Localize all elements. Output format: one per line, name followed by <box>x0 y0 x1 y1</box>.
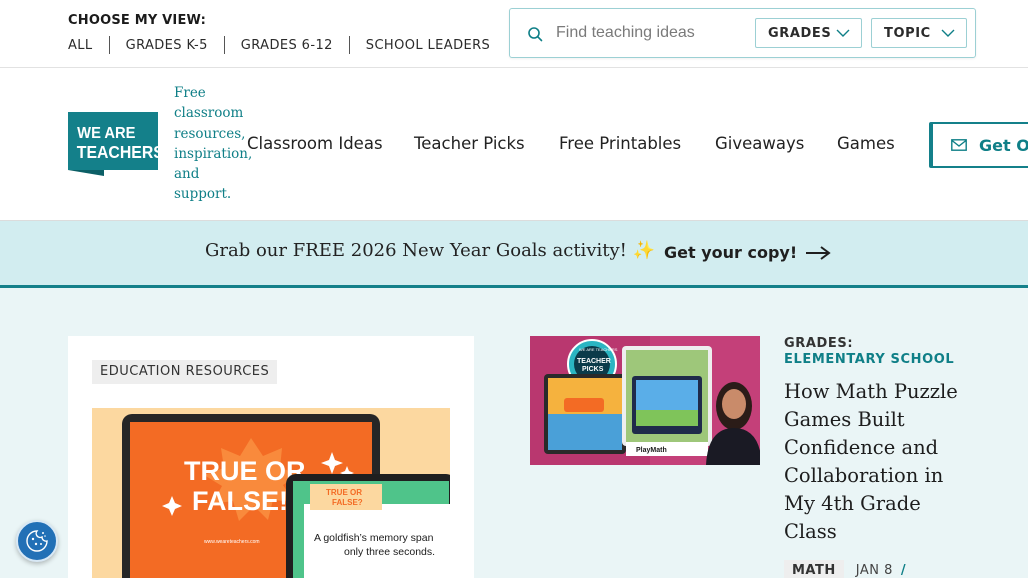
utility-bar: CHOOSE MY VIEW: ALL GRADES K-5 GRADES 6-… <box>0 0 1028 68</box>
view-switcher: ALL GRADES K-5 GRADES 6-12 SCHOOL LEADER… <box>68 36 490 54</box>
featured-card[interactable]: EDUCATION RESOURCES TRUE OR FALSE! www.w… <box>68 336 474 578</box>
image-url-caption: www.weareteachers.com <box>204 539 260 545</box>
mail-icon <box>951 139 967 151</box>
true-or-false-illustration: TRUE OR FALSE! www.weareteachers.com TRU… <box>92 408 450 578</box>
meta-separator: / <box>900 563 907 578</box>
nav-teacher-picks[interactable]: Teacher Picks <box>414 134 525 153</box>
svg-text:TEACHERS: TEACHERS <box>77 142 158 162</box>
promo-text: Grab our FREE 2026 New Year Goals activi… <box>205 240 655 261</box>
view-label: CHOOSE MY VIEW: <box>68 13 207 28</box>
search-icon[interactable] <box>527 26 543 42</box>
divider <box>108 36 110 54</box>
thumbnail-brand: PlayMath <box>636 447 667 454</box>
promo-link[interactable]: Get your copy! <box>664 243 831 262</box>
view-link-grades-k5[interactable]: GRADES K-5 <box>126 38 208 53</box>
view-link-grades-6-12[interactable]: GRADES 6-12 <box>241 38 333 53</box>
grades-dropdown-label: GRADES <box>768 25 832 41</box>
divider <box>223 36 225 54</box>
subject-tag[interactable]: MATH <box>784 560 844 578</box>
grades-label: GRADES: <box>784 336 854 351</box>
topic-dropdown-label: TOPIC <box>884 25 931 41</box>
article-thumbnail[interactable]: WE ARE TEACHERS TEACHER PICKS 2026 PlayM… <box>530 336 760 465</box>
svg-text:WE ARE TEACHERS: WE ARE TEACHERS <box>579 347 618 352</box>
newsletter-button-label: Get Our <box>979 135 1028 155</box>
topic-dropdown[interactable]: TOPIC <box>871 18 967 48</box>
svg-text:only three seconds.: only three seconds. <box>344 546 435 558</box>
article-date: JAN 8 <box>855 563 893 578</box>
we-are-teachers-logo[interactable]: WE ARE TEACHERS <box>68 112 158 176</box>
nav-classroom-ideas[interactable]: Classroom Ideas <box>247 134 383 153</box>
teacher-picks-illustration: WE ARE TEACHERS TEACHER PICKS 2026 PlayM… <box>530 336 760 465</box>
nav-free-printables[interactable]: Free Printables <box>559 134 681 153</box>
cookie-settings-button[interactable] <box>16 520 58 562</box>
svg-text:PICKS: PICKS <box>582 366 604 373</box>
category-tag[interactable]: EDUCATION RESOURCES <box>92 360 278 384</box>
sparkle-icon: ✨ <box>632 240 656 261</box>
grades-dropdown[interactable]: GRADES <box>755 18 862 48</box>
divider <box>348 36 350 54</box>
nav-games[interactable]: Games <box>837 134 895 153</box>
arrow-right-icon <box>806 245 831 260</box>
nav-giveaways[interactable]: Giveaways <box>715 134 804 153</box>
article-title[interactable]: How Math Puzzle Games Built Confidence a… <box>784 378 959 546</box>
promo-message: Grab our FREE 2026 New Year Goals activi… <box>205 240 627 261</box>
svg-text:TEACHER: TEACHER <box>577 358 611 365</box>
grades-value-link[interactable]: ELEMENTARY SCHOOL <box>784 352 954 367</box>
search-box: GRADES TOPIC <box>509 8 976 58</box>
chevron-down-icon <box>836 29 850 37</box>
promo-banner: Grab our FREE 2026 New Year Goals activi… <box>0 221 1028 288</box>
chevron-down-icon <box>941 29 955 37</box>
search-input[interactable] <box>556 21 752 45</box>
newsletter-button[interactable]: Get Our <box>929 122 1028 168</box>
svg-text:FALSE?: FALSE? <box>332 498 363 507</box>
tagline: Free classroom resources, inspiration, a… <box>174 85 253 203</box>
view-link-all[interactable]: ALL <box>68 38 93 53</box>
featured-image[interactable]: TRUE OR FALSE! www.weareteachers.com TRU… <box>92 408 450 578</box>
site-header: WE ARE TEACHERS Free classroom resources… <box>0 68 1028 221</box>
article-grades: GRADES: ELEMENTARY SCHOOL <box>784 336 959 368</box>
cookie-icon <box>26 530 48 552</box>
image-quiz-text: A goldfish’s memory span <box>314 532 434 544</box>
promo-link-label: Get your copy! <box>664 243 798 262</box>
image-small-label: TRUE OR <box>326 488 362 497</box>
svg-text:WE ARE: WE ARE <box>77 124 135 142</box>
view-link-school-leaders[interactable]: SCHOOL LEADERS <box>366 38 490 53</box>
article-meta: MATH JAN 8 / <box>784 560 906 578</box>
svg-text:FALSE!: FALSE! <box>192 486 288 516</box>
